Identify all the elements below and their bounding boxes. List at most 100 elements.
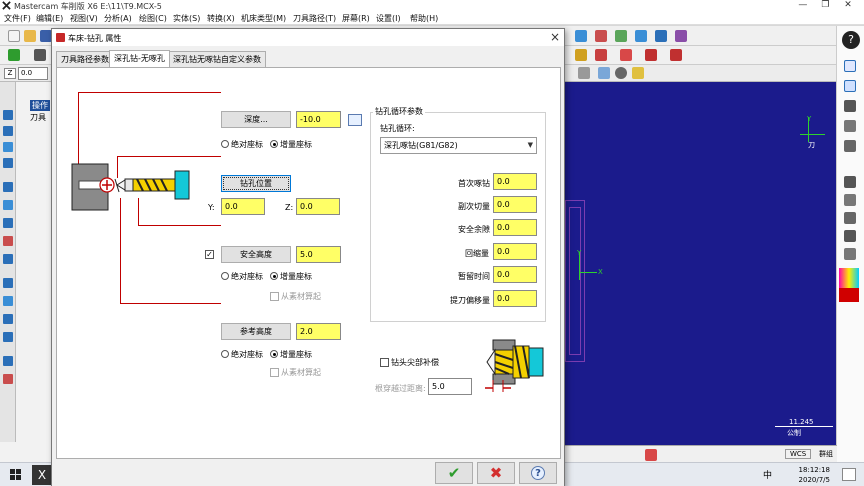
toolbar-icon[interactable] (575, 49, 587, 61)
calculator-icon[interactable] (348, 114, 362, 126)
menu-screen[interactable]: 屏幕(R) (342, 13, 370, 24)
toolbar-icon[interactable] (670, 49, 682, 61)
clearance-checkbox[interactable]: ✓ (205, 250, 214, 259)
ok-button[interactable]: ✔ (435, 462, 473, 484)
tool-icon[interactable] (3, 278, 13, 288)
wcs-button[interactable]: WCS (785, 449, 812, 459)
maximize-button[interactable]: ❐ (815, 0, 835, 10)
cancel-button[interactable]: ✖ (477, 462, 515, 484)
select-arrow-icon[interactable] (844, 80, 856, 92)
retract-from-stock-checkbox[interactable] (270, 368, 279, 377)
retract-incremental-radio[interactable] (270, 350, 278, 358)
clearance-from-stock-checkbox[interactable] (270, 292, 279, 301)
toolbar-icon[interactable] (635, 30, 647, 42)
notification-icon[interactable] (842, 468, 856, 481)
tool-icon[interactable] (3, 254, 13, 264)
eye-icon[interactable] (844, 60, 856, 72)
toolbar-icon[interactable] (844, 230, 856, 242)
depth-absolute-radio[interactable] (221, 140, 229, 148)
depth-field[interactable]: -10.0 (296, 111, 341, 128)
dialog-close-button[interactable]: × (550, 30, 560, 44)
mastercam-taskbar-icon[interactable]: X (32, 465, 52, 485)
system-clock[interactable]: 18:12:18 2020/7/5 (799, 465, 830, 485)
menu-xform[interactable]: 转换(X) (207, 13, 235, 24)
tool-icon[interactable] (3, 182, 13, 192)
depth-incremental-radio[interactable] (270, 140, 278, 148)
menu-view[interactable]: 视图(V) (70, 13, 98, 24)
tool-icon[interactable] (3, 236, 13, 246)
tool-icon[interactable] (3, 142, 13, 152)
toolbar-icon[interactable] (655, 30, 667, 42)
color-swatch-icon[interactable] (839, 288, 859, 302)
drill-cycle-select[interactable]: 深孔啄钻(G81/G82) ▼ (380, 137, 537, 154)
clearance-incremental-radio[interactable] (270, 272, 278, 280)
delete-icon[interactable] (844, 194, 856, 206)
tool-icon[interactable] (3, 158, 13, 168)
toolbar-icon[interactable] (645, 49, 657, 61)
depth-button[interactable]: 深度... (221, 111, 291, 128)
toolbar-icon[interactable] (844, 212, 856, 224)
param-field[interactable]: 0.0 (493, 219, 537, 236)
break-through-field[interactable]: 5.0 (428, 378, 472, 395)
tab-peck-drill[interactable]: 深孔钻-无啄孔 (109, 50, 170, 67)
help-button[interactable]: ? (519, 462, 557, 484)
menu-analyze[interactable]: 分析(A) (104, 13, 132, 24)
open-file-icon[interactable] (24, 30, 36, 42)
toolbar-icon[interactable] (844, 120, 856, 132)
menu-help[interactable]: 帮助(H) (410, 13, 438, 24)
undo-icon[interactable] (844, 176, 856, 188)
retract-absolute-radio[interactable] (221, 350, 229, 358)
tool-icon[interactable] (3, 200, 13, 210)
menu-toolpaths[interactable]: 刀具路径(T) (293, 13, 336, 24)
minimize-button[interactable]: — (793, 0, 813, 10)
clearance-field[interactable]: 5.0 (296, 246, 341, 263)
toolbar-icon[interactable] (578, 67, 590, 79)
tool-icon[interactable] (3, 126, 13, 136)
toolbar-icon[interactable] (844, 248, 856, 260)
tip-comp-checkbox[interactable] (380, 358, 389, 367)
menu-edit[interactable]: 编辑(E) (36, 13, 63, 24)
tool-icon[interactable] (3, 356, 13, 366)
param-field[interactable]: 0.0 (493, 196, 537, 213)
app-close-button[interactable]: ✕ (838, 0, 858, 10)
coord-input[interactable]: 0.0 (18, 67, 48, 80)
param-field[interactable]: 0.0 (493, 243, 537, 260)
tab-custom-drill-params[interactable]: 深孔钻无啄钻自定义参数 (168, 51, 266, 67)
menu-create[interactable]: 绘图(C) (139, 13, 167, 24)
ime-indicator[interactable]: 中 (763, 468, 772, 481)
toolbar-icon[interactable] (844, 100, 856, 112)
toolbar-icon[interactable] (615, 67, 627, 79)
param-field[interactable]: 0.0 (493, 266, 537, 283)
windows-start-icon[interactable] (10, 469, 22, 481)
toolbar-icon[interactable] (620, 49, 632, 61)
retract-field[interactable]: 2.0 (296, 323, 341, 340)
param-field[interactable]: 0.0 (493, 290, 537, 307)
clearance-absolute-radio[interactable] (221, 272, 229, 280)
group-button[interactable]: 群组 (819, 449, 833, 459)
tab-toolpath-params[interactable]: 刀具路径参数 (56, 51, 114, 67)
tool-icon[interactable] (3, 314, 13, 324)
drill-point-y-field[interactable]: 0.0 (221, 198, 265, 215)
param-field[interactable]: 0.0 (493, 173, 537, 190)
toolbar-icon[interactable] (595, 49, 607, 61)
drill-point-button[interactable]: 钻孔位置 (221, 175, 291, 192)
tool-icon[interactable] (3, 296, 13, 306)
menu-machine-type[interactable]: 机床类型(M) (241, 13, 286, 24)
tool-icon[interactable] (3, 374, 13, 384)
toolbar-icon[interactable] (632, 67, 644, 79)
toolbar-icon[interactable] (575, 30, 587, 42)
menu-solids[interactable]: 实体(S) (173, 13, 200, 24)
drill-point-z-field[interactable]: 0.0 (296, 198, 340, 215)
add-icon[interactable] (8, 49, 20, 61)
tab-operations[interactable]: 操作 (30, 100, 50, 111)
tool-icon[interactable] (3, 110, 13, 120)
new-file-icon[interactable] (8, 30, 20, 42)
tool-icon[interactable] (3, 332, 13, 342)
help-circle-icon[interactable]: ? (842, 31, 860, 49)
status-icon[interactable] (645, 449, 657, 461)
graphics-viewport[interactable]: Y 刀 Y X 11.245 公制 (565, 82, 837, 462)
tool-icon[interactable] (3, 218, 13, 228)
toolbar-icon[interactable] (615, 30, 627, 42)
retract-button[interactable]: 参考高度 (221, 323, 291, 340)
tab-tools[interactable]: 刀具 (30, 112, 46, 123)
